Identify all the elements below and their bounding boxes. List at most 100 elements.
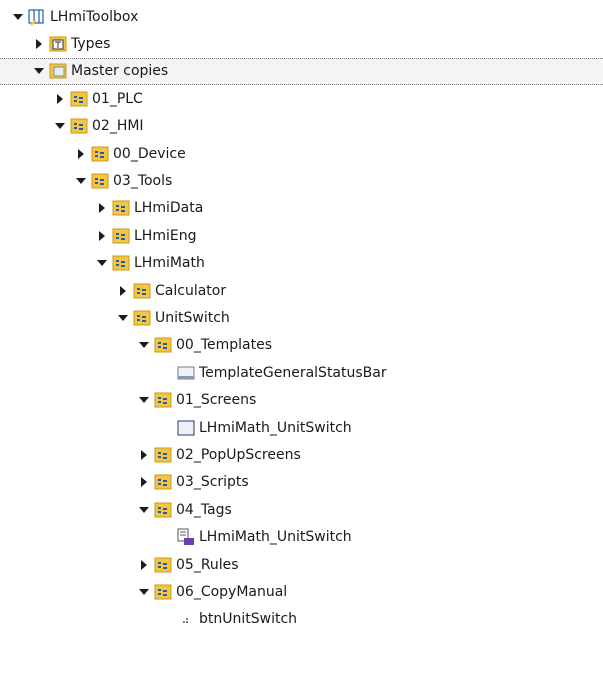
expand-arrow-down-icon[interactable] bbox=[136, 502, 152, 518]
tree-node-label: LHmiData bbox=[134, 200, 204, 217]
tree-node-label: UnitSwitch bbox=[155, 309, 230, 326]
tree-node-3[interactable]: 01_PLC bbox=[0, 85, 603, 112]
folder-icon bbox=[112, 227, 130, 245]
tree-node-content: 02_HMI bbox=[52, 113, 144, 140]
tree-node-5[interactable]: 00_Device bbox=[0, 140, 603, 167]
template-icon bbox=[177, 364, 195, 382]
tree-node-content: 00_Device bbox=[73, 140, 186, 167]
tree-node-13[interactable]: TemplateGeneralStatusBar bbox=[0, 359, 603, 386]
tree-node-0[interactable]: LHmiToolbox bbox=[0, 3, 603, 30]
tree-node-content: LHmiEng bbox=[94, 222, 196, 249]
tree-node-label: 02_HMI bbox=[92, 118, 144, 135]
tree-node-17[interactable]: 03_Scripts bbox=[0, 469, 603, 496]
tree-node-2[interactable]: Master copies bbox=[0, 57, 603, 86]
tree-node-22[interactable]: btnUnitSwitch bbox=[0, 606, 603, 633]
tree-node-12[interactable]: 00_Templates bbox=[0, 332, 603, 359]
collapse-arrow-right-icon[interactable] bbox=[73, 146, 89, 162]
tree-node-19[interactable]: LHmiMath_UnitSwitch bbox=[0, 523, 603, 550]
folder-icon bbox=[154, 336, 172, 354]
expand-arrow-down-icon[interactable] bbox=[136, 337, 152, 353]
tree-node-6[interactable]: 03_Tools bbox=[0, 167, 603, 194]
screen-icon bbox=[177, 419, 195, 437]
tree-node-label: 01_Screens bbox=[176, 392, 257, 409]
tree-node-label: 03_Scripts bbox=[176, 474, 249, 491]
tree-node-label: LHmiMath_UnitSwitch bbox=[199, 419, 352, 436]
tree-node-content: 03_Scripts bbox=[136, 469, 249, 496]
expand-arrow-down-icon[interactable] bbox=[73, 173, 89, 189]
tree-node-content: LHmiData bbox=[94, 195, 203, 222]
folder-icon bbox=[154, 446, 172, 464]
folder-icon bbox=[154, 583, 172, 601]
tree-node-content: 05_Rules bbox=[136, 551, 239, 578]
tree-node-content: Types bbox=[31, 30, 110, 57]
tree-node-label: LHmiMath_UnitSwitch bbox=[199, 529, 352, 546]
tree-node-content: TemplateGeneralStatusBar bbox=[157, 359, 387, 386]
tree-node-18[interactable]: 04_Tags bbox=[0, 496, 603, 523]
folder-icon bbox=[154, 501, 172, 519]
tree-node-label: 03_Tools bbox=[113, 173, 173, 190]
folder-icon bbox=[70, 90, 88, 108]
tree-node-9[interactable]: LHmiMath bbox=[0, 250, 603, 277]
tree-node-content: LHmiMath bbox=[94, 250, 205, 277]
types-folder-icon bbox=[49, 35, 67, 53]
expand-arrow-down-icon[interactable] bbox=[10, 9, 26, 25]
collapse-arrow-right-icon[interactable] bbox=[136, 557, 152, 573]
folder-icon bbox=[133, 309, 151, 327]
tree-node-label: 04_Tags bbox=[176, 501, 232, 518]
collapse-arrow-right-icon[interactable] bbox=[94, 200, 110, 216]
tree-node-20[interactable]: 05_Rules bbox=[0, 551, 603, 578]
tree-node-8[interactable]: LHmiEng bbox=[0, 222, 603, 249]
tree-node-14[interactable]: 01_Screens bbox=[0, 386, 603, 413]
collapse-arrow-right-icon[interactable] bbox=[52, 91, 68, 107]
tree-node-1[interactable]: Types bbox=[0, 30, 603, 57]
tree-node-label: btnUnitSwitch bbox=[199, 611, 298, 628]
tree-node-label: Calculator bbox=[155, 282, 227, 299]
library-icon bbox=[28, 8, 46, 26]
collapse-arrow-right-icon[interactable] bbox=[136, 447, 152, 463]
expand-arrow-down-icon[interactable] bbox=[136, 584, 152, 600]
folder-icon bbox=[154, 556, 172, 574]
tree-node-16[interactable]: 02_PopUpScreens bbox=[0, 441, 603, 468]
tree-node-label: TemplateGeneralStatusBar bbox=[199, 364, 387, 381]
collapse-arrow-right-icon[interactable] bbox=[136, 474, 152, 490]
tree-node-label: Master copies bbox=[71, 63, 169, 80]
collapse-arrow-right-icon[interactable] bbox=[115, 283, 131, 299]
tree-node-15[interactable]: LHmiMath_UnitSwitch bbox=[0, 414, 603, 441]
expand-arrow-down-icon[interactable] bbox=[94, 255, 110, 271]
tree-node-7[interactable]: LHmiData bbox=[0, 195, 603, 222]
tree-node-content: 06_CopyManual bbox=[136, 578, 287, 605]
tree-node-content: LHmiMath_UnitSwitch bbox=[157, 414, 352, 441]
tree-node-4[interactable]: 02_HMI bbox=[0, 113, 603, 140]
tree-node-content: LHmiToolbox bbox=[10, 3, 138, 30]
tree-node-11[interactable]: UnitSwitch bbox=[0, 304, 603, 331]
tree-node-10[interactable]: Calculator bbox=[0, 277, 603, 304]
tree-node-content: Calculator bbox=[115, 277, 226, 304]
folder-icon bbox=[112, 199, 130, 217]
tree-node-label: LHmiToolbox bbox=[50, 8, 139, 25]
tree-node-label: 06_CopyManual bbox=[176, 583, 288, 600]
tree-node-label: LHmiMath bbox=[134, 255, 205, 272]
tree-node-content: 03_Tools bbox=[73, 167, 172, 194]
tree-node-label: 01_PLC bbox=[92, 90, 143, 107]
expand-arrow-down-icon[interactable] bbox=[52, 118, 68, 134]
tree-node-content: 01_PLC bbox=[52, 85, 143, 112]
tree-node-21[interactable]: 06_CopyManual bbox=[0, 578, 603, 605]
expand-arrow-down-icon[interactable] bbox=[31, 63, 47, 79]
expand-arrow-down-icon[interactable] bbox=[136, 392, 152, 408]
tree-node-content: UnitSwitch bbox=[115, 304, 230, 331]
collapse-arrow-right-icon[interactable] bbox=[31, 36, 47, 52]
folder-icon bbox=[70, 117, 88, 135]
folder-icon bbox=[91, 145, 109, 163]
tree-node-label: Types bbox=[71, 36, 111, 53]
collapse-arrow-right-icon[interactable] bbox=[94, 228, 110, 244]
tree-node-content: 01_Screens bbox=[136, 386, 256, 413]
folder-icon bbox=[91, 172, 109, 190]
tree-node-label: 00_Device bbox=[113, 145, 186, 162]
tag-table-icon bbox=[177, 528, 195, 546]
expand-arrow-down-icon[interactable] bbox=[115, 310, 131, 326]
tree-node-content: LHmiMath_UnitSwitch bbox=[157, 523, 352, 550]
folder-icon bbox=[154, 473, 172, 491]
